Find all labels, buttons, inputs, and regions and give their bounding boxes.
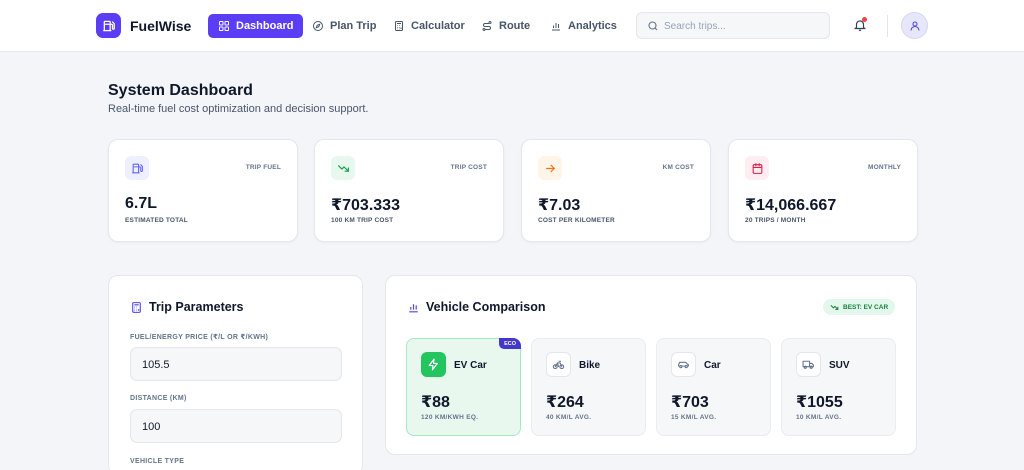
search-input[interactable] (664, 18, 819, 34)
nav-plan-trip[interactable]: Plan Trip (302, 14, 386, 38)
bar-chart-icon (552, 23, 560, 31)
vehicle-type-label: VEHICLE TYPE (130, 458, 185, 465)
kpi-value: ₹7.03 (538, 197, 581, 214)
top-navbar: FuelWise Dashboard Plan Trip Calculator … (0, 0, 1024, 52)
page-subtitle: Real-time fuel cost optimization and dec… (108, 103, 369, 115)
distance-field[interactable] (130, 409, 342, 443)
header-divider (887, 15, 888, 37)
price-field[interactable] (130, 347, 342, 381)
kpi-card-km-cost: KM COST ₹7.03 COST PER KILOMETER (521, 139, 711, 242)
nav-analytics[interactable]: Analytics (540, 14, 627, 38)
vehicle-name: Car (704, 360, 721, 371)
calculator-icon (132, 302, 141, 313)
arrow-right-icon (538, 156, 562, 180)
vehicle-name: Bike (579, 360, 601, 371)
kpi-value: ₹14,066.667 (745, 197, 837, 214)
vehicle-cost: ₹703 (671, 394, 709, 411)
price-input[interactable] (142, 358, 322, 372)
truck-icon (796, 352, 821, 377)
vehicle-card-car[interactable]: Car ₹703 15 KM/L AVG. (656, 338, 771, 436)
eco-badge: ECO (499, 338, 521, 349)
vehicle-efficiency: 15 KM/L AVG. (671, 414, 717, 421)
vehicle-card-suv[interactable]: SUV ₹1055 10 KM/L AVG. (781, 338, 896, 436)
vehicle-efficiency: 10 KM/L AVG. (796, 414, 842, 421)
vehicle-cost: ₹264 (546, 394, 584, 411)
kpi-tag: MONTHLY (868, 164, 901, 171)
avatar[interactable] (901, 12, 928, 39)
search-icon (648, 21, 658, 31)
nav-label: Route (499, 20, 531, 32)
brand-name[interactable]: FuelWise (130, 18, 191, 34)
page-title: System Dashboard (108, 82, 253, 99)
kpi-card-trip-fuel: TRIP FUEL 6.7L ESTIMATED TOTAL (108, 139, 298, 242)
distance-field-label: DISTANCE (KM) (130, 395, 187, 402)
vehicle-name: EV Car (454, 360, 487, 371)
vehicle-cost: ₹1055 (796, 394, 843, 411)
compass-icon (313, 21, 323, 31)
kpi-tag: TRIP COST (450, 164, 487, 171)
kpi-card-trip-cost: TRIP COST ₹703.333 100 KM TRIP COST (314, 139, 504, 242)
nav-label: Plan Trip (330, 20, 377, 32)
kpi-value: 6.7L (125, 195, 158, 212)
distance-input[interactable] (142, 420, 322, 434)
kpi-caption: 20 TRIPS / MONTH (745, 217, 806, 224)
kpi-value: ₹703.333 (331, 197, 400, 214)
kpi-card-monthly: MONTHLY ₹14,066.667 20 TRIPS / MONTH (728, 139, 918, 242)
kpi-caption: ESTIMATED TOTAL (125, 217, 188, 224)
nav-label: Dashboard (236, 20, 294, 32)
kpi-tag: KM COST (662, 164, 694, 171)
logo-icon[interactable] (96, 13, 121, 38)
vehicle-card-ev-car[interactable]: ECO EV Car ₹88 120 KM/KWH EQ. (406, 338, 521, 436)
notification-dot (862, 17, 867, 22)
car-icon (671, 352, 696, 377)
trip-parameters-panel: Trip Parameters FUEL/ENERGY PRICE (₹/L O… (108, 275, 363, 470)
calculator-icon (395, 21, 403, 31)
price-field-label: FUEL/ENERGY PRICE (₹/L OR ₹/KWH) (130, 334, 269, 341)
kpi-caption: COST PER KILOMETER (538, 217, 615, 224)
vehicle-card-bike[interactable]: Bike ₹264 40 KM/L AVG. (531, 338, 646, 436)
kpi-tag: TRIP FUEL (245, 164, 281, 171)
bike-icon (546, 352, 571, 377)
bar-chart-icon (409, 304, 418, 313)
best-badge-label: BEST: EV CAR (843, 303, 889, 311)
panel-title: Vehicle Comparison (426, 300, 546, 314)
user-icon (909, 20, 920, 31)
trend-down-icon (331, 156, 355, 180)
nav-label: Analytics (568, 20, 617, 32)
vehicle-comparison-panel: Vehicle Comparison BEST: EV CAR ECO EV C… (385, 275, 917, 455)
nav-calculator[interactable]: Calculator (383, 14, 475, 38)
grid-icon (219, 21, 229, 31)
nav-dashboard[interactable]: Dashboard (208, 14, 304, 38)
vehicle-efficiency: 120 KM/KWH EQ. (421, 414, 479, 421)
vehicle-name: SUV (829, 360, 850, 371)
search-box[interactable] (636, 12, 830, 39)
panel-title: Trip Parameters (149, 300, 244, 314)
best-vehicle-badge: BEST: EV CAR (823, 299, 896, 315)
calendar-icon (745, 156, 769, 180)
vehicle-efficiency: 40 KM/L AVG. (546, 414, 592, 421)
kpi-caption: 100 KM TRIP COST (331, 217, 394, 224)
nav-label: Calculator (411, 20, 465, 32)
vehicle-cost: ₹88 (421, 394, 450, 411)
trend-down-icon (830, 304, 839, 310)
route-icon (482, 21, 492, 31)
lightning-icon (421, 352, 446, 377)
nav-route[interactable]: Route (471, 14, 540, 38)
fuel-pump-icon (125, 156, 149, 180)
